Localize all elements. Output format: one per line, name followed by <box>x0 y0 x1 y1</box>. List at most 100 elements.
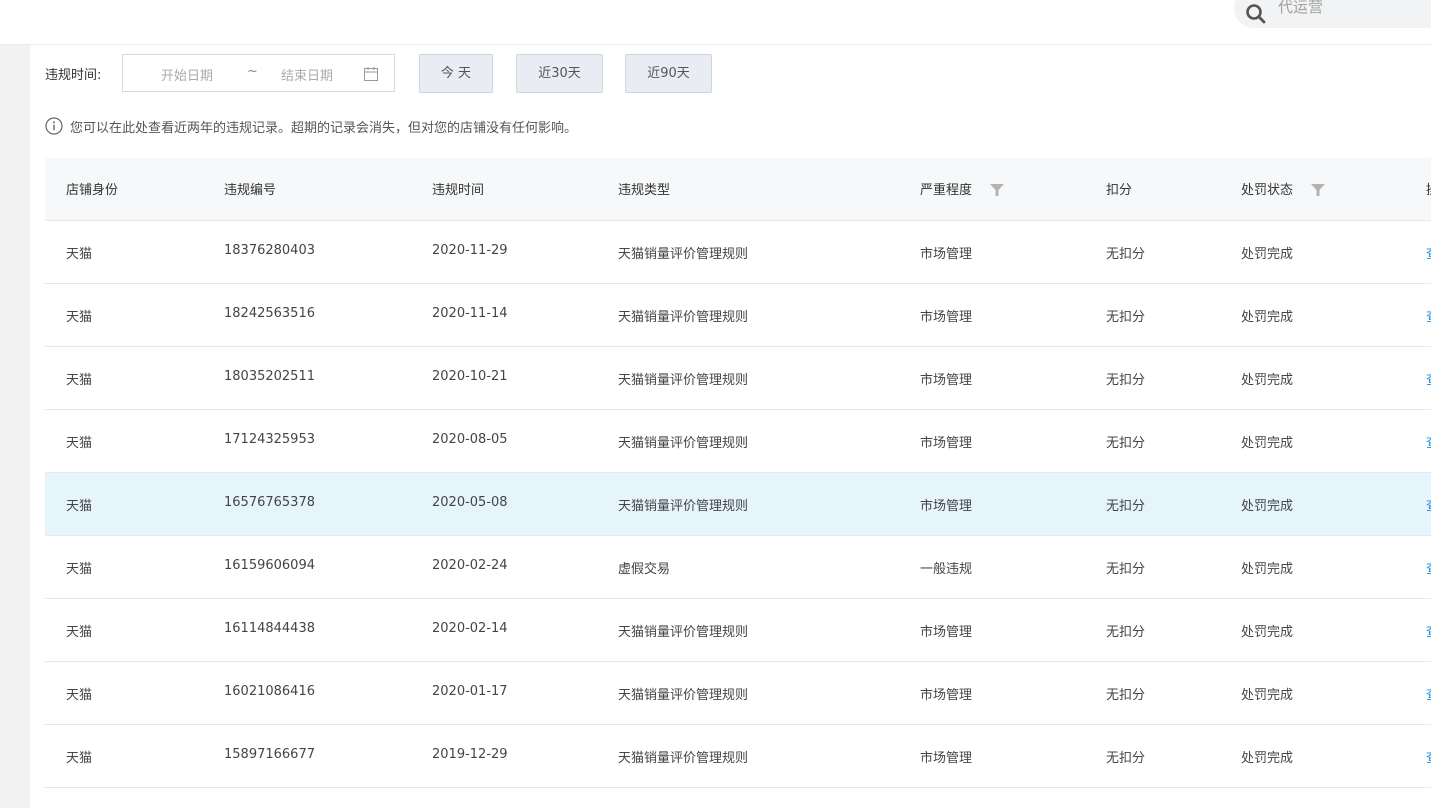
severity-filter-icon[interactable] <box>990 184 1004 196</box>
table-row: 天猫 18242563516 2020-11-14 天猫销量评价管理规则 市场管理 无扣分… <box>45 284 1431 347</box>
cell-severity: 市场管理 <box>920 247 973 262</box>
cell-violation-time: 2020-02-24 <box>432 558 508 573</box>
left-sidebar-strip <box>0 45 30 808</box>
table-row: 天猫 16114844438 2020-02-14 天猫销量评价管理规则 市场管理 无扣分… <box>45 599 1431 662</box>
cell-store-identity: 天猫 <box>66 688 93 703</box>
col-header-severity: 严重程度 <box>920 183 973 198</box>
search-box[interactable] <box>1234 0 1431 28</box>
col-header-store-identity: 店铺身份 <box>66 183 119 198</box>
view-details-link[interactable]: 查 <box>1426 621 1431 640</box>
cell-penalty-status: 处罚完成 <box>1241 310 1294 325</box>
cell-penalty-status: 处罚完成 <box>1241 373 1294 388</box>
cell-violation-id: 18242563516 <box>224 306 315 321</box>
cell-points: 无扣分 <box>1106 310 1146 325</box>
cell-severity: 市场管理 <box>920 373 973 388</box>
cell-points: 无扣分 <box>1106 751 1146 766</box>
col-header-violation-time: 违规时间 <box>432 183 485 198</box>
cell-points: 无扣分 <box>1106 499 1146 514</box>
cell-violation-type: 天猫销量评价管理规则 <box>618 688 749 703</box>
start-date-input[interactable]: 开始日期 <box>161 65 213 84</box>
cell-violation-type: 天猫销量评价管理规则 <box>618 751 749 766</box>
view-details-link[interactable]: 查 <box>1426 558 1431 577</box>
table-row: 天猫 16576765378 2020-05-08 天猫销量评价管理规则 市场管理 无扣分… <box>45 473 1431 536</box>
cell-penalty-status: 处罚完成 <box>1241 688 1294 703</box>
cell-store-identity: 天猫 <box>66 373 93 388</box>
cell-severity: 一般违规 <box>920 562 973 577</box>
cell-severity: 市场管理 <box>920 751 973 766</box>
cell-points: 无扣分 <box>1106 373 1146 388</box>
cell-points: 无扣分 <box>1106 688 1146 703</box>
col-header-penalty-status: 处罚状态 <box>1241 183 1294 198</box>
violation-table: 店铺身份 违规编号 违规时间 违规类型 严重程度 扣分 处罚状态 操 天猫 183… <box>45 158 1431 788</box>
table-row: 天猫 16159606094 2020-02-24 虚假交易 一般违规 无扣分 处罚完成 查 <box>45 536 1431 599</box>
cell-penalty-status: 处罚完成 <box>1241 751 1294 766</box>
last-90-days-button[interactable]: 近90天 <box>625 54 712 93</box>
cell-violation-type: 天猫销量评价管理规则 <box>618 247 749 262</box>
view-details-link[interactable]: 查 <box>1426 495 1431 514</box>
notice-text: 您可以在此处查看近两年的违规记录。超期的记录会消失，但对您的店铺没有任何影响。 <box>70 121 578 136</box>
cell-severity: 市场管理 <box>920 625 973 640</box>
col-header-violation-id: 违规编号 <box>224 183 277 198</box>
cell-penalty-status: 处罚完成 <box>1241 625 1294 640</box>
cell-violation-time: 2020-01-17 <box>432 684 508 699</box>
search-input[interactable] <box>1278 0 1431 20</box>
cell-store-identity: 天猫 <box>66 625 93 640</box>
cell-violation-type: 虚假交易 <box>618 562 671 577</box>
info-icon <box>45 117 63 135</box>
today-button[interactable]: 今 天 <box>419 54 493 93</box>
cell-violation-id: 18035202511 <box>224 369 315 384</box>
cell-penalty-status: 处罚完成 <box>1241 499 1294 514</box>
cell-violation-id: 17124325953 <box>224 432 315 447</box>
cell-violation-type: 天猫销量评价管理规则 <box>618 436 749 451</box>
cell-points: 无扣分 <box>1106 247 1146 262</box>
date-range-picker[interactable]: 开始日期 ~ 结束日期 <box>122 54 395 92</box>
cell-store-identity: 天猫 <box>66 247 93 262</box>
cell-violation-time: 2020-11-14 <box>432 306 508 321</box>
table-row: 天猫 17124325953 2020-08-05 天猫销量评价管理规则 市场管理 无扣分… <box>45 410 1431 473</box>
table-header: 店铺身份 违规编号 违规时间 违规类型 严重程度 扣分 处罚状态 操 <box>45 158 1431 221</box>
view-details-link[interactable]: 查 <box>1426 684 1431 703</box>
cell-violation-time: 2019-12-29 <box>432 747 508 762</box>
cell-severity: 市场管理 <box>920 436 973 451</box>
cell-points: 无扣分 <box>1106 562 1146 577</box>
cell-points: 无扣分 <box>1106 625 1146 640</box>
cell-store-identity: 天猫 <box>66 499 93 514</box>
cell-severity: 市场管理 <box>920 688 973 703</box>
top-bar <box>0 0 1431 45</box>
cell-violation-time: 2020-05-08 <box>432 495 508 510</box>
cell-violation-time: 2020-10-21 <box>432 369 508 384</box>
cell-violation-type: 天猫销量评价管理规则 <box>618 310 749 325</box>
table-row: 天猫 16021086416 2020-01-17 天猫销量评价管理规则 市场管理 无扣分… <box>45 662 1431 725</box>
cell-violation-type: 天猫销量评价管理规则 <box>618 499 749 514</box>
last-30-days-button[interactable]: 近30天 <box>516 54 603 93</box>
cell-violation-time: 2020-02-14 <box>432 621 508 636</box>
cell-violation-id: 16021086416 <box>224 684 315 699</box>
table-row: 天猫 18376280403 2020-11-29 天猫销量评价管理规则 市场管理 无扣分… <box>45 221 1431 284</box>
cell-store-identity: 天猫 <box>66 751 93 766</box>
status-filter-icon[interactable] <box>1311 184 1325 196</box>
cell-penalty-status: 处罚完成 <box>1241 247 1294 262</box>
cell-violation-id: 15897166677 <box>224 747 315 762</box>
col-header-action: 操 <box>1426 179 1431 198</box>
cell-penalty-status: 处罚完成 <box>1241 436 1294 451</box>
cell-violation-time: 2020-11-29 <box>432 243 508 258</box>
view-details-link[interactable]: 查 <box>1426 747 1431 766</box>
table-row: 天猫 15897166677 2019-12-29 天猫销量评价管理规则 市场管理 无扣分… <box>45 725 1431 788</box>
view-details-link[interactable]: 查 <box>1426 432 1431 451</box>
cell-violation-id: 18376280403 <box>224 243 315 258</box>
cell-violation-time: 2020-08-05 <box>432 432 508 447</box>
calendar-icon[interactable] <box>363 66 379 82</box>
view-details-link[interactable]: 查 <box>1426 306 1431 325</box>
search-icon <box>1246 4 1266 24</box>
cell-severity: 市场管理 <box>920 499 973 514</box>
col-header-points: 扣分 <box>1106 183 1133 198</box>
table-body: 天猫 18376280403 2020-11-29 天猫销量评价管理规则 市场管理 无扣分… <box>45 221 1431 788</box>
cell-violation-id: 16576765378 <box>224 495 315 510</box>
view-details-link[interactable]: 查 <box>1426 369 1431 388</box>
cell-violation-type: 天猫销量评价管理规则 <box>618 373 749 388</box>
view-details-link[interactable]: 查 <box>1426 243 1431 262</box>
table-row: 天猫 18035202511 2020-10-21 天猫销量评价管理规则 市场管理 无扣分… <box>45 347 1431 410</box>
cell-store-identity: 天猫 <box>66 562 93 577</box>
cell-severity: 市场管理 <box>920 310 973 325</box>
end-date-input[interactable]: 结束日期 <box>281 65 333 84</box>
